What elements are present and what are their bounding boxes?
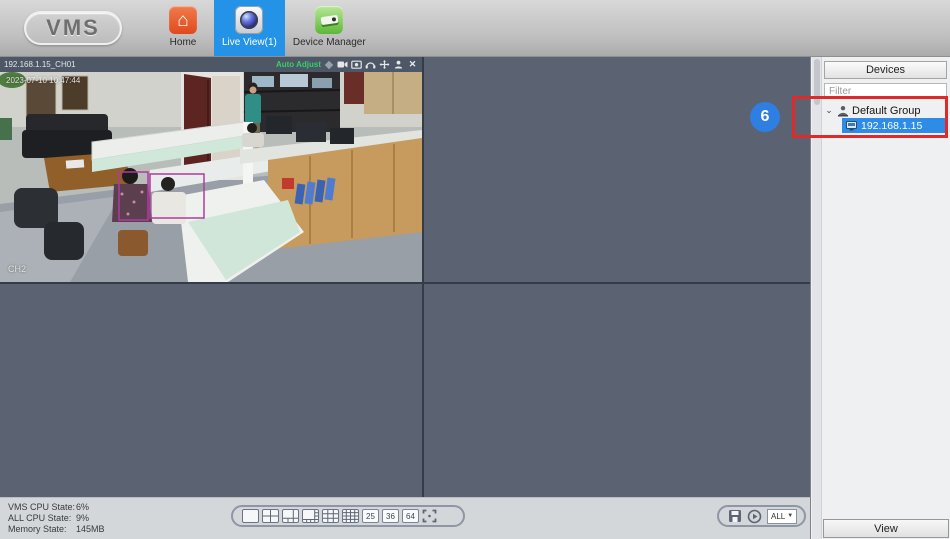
- filter-input[interactable]: [824, 83, 947, 99]
- stat-memory: Memory State:145MB: [8, 524, 105, 535]
- channel-title: 192.168.1.15_CH01: [4, 60, 273, 69]
- osd-timestamp: 2023-07-10 10:47:44: [6, 76, 80, 85]
- sidebar-scrollbar[interactable]: [812, 57, 822, 539]
- talk-icon[interactable]: [393, 59, 404, 70]
- audio-icon[interactable]: [365, 59, 376, 70]
- video-pane-2[interactable]: [424, 57, 810, 282]
- video-pane-titlebar: 192.168.1.15_CH01 Auto Adjust: [0, 57, 422, 72]
- device-manager-icon: [315, 6, 343, 34]
- live-view-icon: [235, 6, 263, 34]
- tab-live-view[interactable]: Live View(1): [214, 0, 285, 56]
- osd-channel-label: CH2: [8, 264, 26, 274]
- record-icon[interactable]: [337, 59, 348, 70]
- chevron-down-icon[interactable]: ⌄: [824, 106, 834, 115]
- fullscreen-icon[interactable]: [422, 509, 437, 523]
- device-label: 192.168.1.15: [861, 120, 922, 132]
- app-logo: VMS: [24, 11, 122, 45]
- stat-memory-value: 145MB: [76, 524, 105, 534]
- stream-type-dropdown[interactable]: ALL ▼: [767, 509, 797, 524]
- stat-vms-cpu-value: 6%: [76, 502, 89, 512]
- video-grid: 192.168.1.15_CH01 Auto Adjust: [0, 57, 810, 497]
- stat-all-cpu-value: 9%: [76, 513, 89, 523]
- close-icon[interactable]: ✕: [407, 59, 418, 70]
- camera-scene-art: [0, 72, 422, 282]
- layout-16-button[interactable]: [342, 509, 359, 523]
- devices-panel-header[interactable]: Devices: [824, 61, 947, 79]
- tab-home-label: Home: [170, 37, 197, 48]
- layout-36-button[interactable]: 36: [382, 509, 399, 523]
- stream-toolbar: ALL ▼: [717, 505, 806, 527]
- video-pane-1[interactable]: 192.168.1.15_CH01 Auto Adjust: [0, 57, 422, 282]
- layout-8-button[interactable]: [302, 509, 319, 523]
- dropdown-arrow-icon: ▼: [787, 513, 793, 519]
- tour-play-icon[interactable]: [747, 509, 762, 524]
- group-icon: [837, 105, 849, 117]
- video-pane-3[interactable]: [0, 284, 422, 497]
- stat-all-cpu: ALL CPU State:9%: [8, 513, 105, 524]
- main-toolbar: VMS ⌂ Home Live View(1) Device Manager: [0, 0, 950, 57]
- camera-scene: 2023-07-10 10:47:44 CH2: [0, 72, 422, 282]
- devices-sidebar: Devices ⌄ Default Group 192.168.1.15: [810, 57, 950, 539]
- tab-live-view-label: Live View(1): [222, 37, 277, 48]
- stream-mode-label[interactable]: Auto Adjust: [276, 60, 321, 69]
- save-view-icon[interactable]: [728, 509, 742, 523]
- device-icon: [846, 121, 857, 131]
- video-pane-4[interactable]: [424, 284, 810, 497]
- ptz-icon[interactable]: [379, 59, 390, 70]
- layout-6-button[interactable]: [282, 509, 299, 523]
- view-button[interactable]: View: [823, 519, 949, 538]
- layout-4-button[interactable]: [262, 509, 279, 523]
- tab-device-manager-label: Device Manager: [293, 37, 366, 48]
- layout-25-button[interactable]: 25: [362, 509, 379, 523]
- snapshot-icon[interactable]: [351, 59, 362, 70]
- bottom-status-bar: VMS CPU State:6% ALL CPU State:9% Memory…: [0, 497, 810, 539]
- vms-application-window: VMS ⌂ Home Live View(1) Device Manager 1…: [0, 0, 950, 539]
- stream-type-value: ALL: [771, 512, 785, 521]
- annotation-step-badge: 6: [750, 102, 780, 132]
- tree-device-selected[interactable]: 192.168.1.15: [842, 118, 947, 133]
- home-icon: ⌂: [169, 6, 197, 34]
- tab-device-manager[interactable]: Device Manager: [285, 0, 374, 56]
- stream-quality-icon: [325, 60, 333, 68]
- layout-1-button[interactable]: [242, 509, 259, 523]
- tab-home[interactable]: ⌂ Home: [152, 0, 214, 56]
- tree-group-default[interactable]: ⌄ Default Group: [824, 103, 947, 118]
- stat-vms-cpu: VMS CPU State:6%: [8, 502, 105, 513]
- resource-stats: VMS CPU State:6% ALL CPU State:9% Memory…: [8, 502, 105, 535]
- layout-toolbar: 25 36 64: [231, 505, 465, 527]
- device-tree: ⌄ Default Group 192.168.1.15: [824, 103, 947, 133]
- layout-9-button[interactable]: [322, 509, 339, 523]
- group-label: Default Group: [852, 105, 920, 117]
- layout-64-button[interactable]: 64: [402, 509, 419, 523]
